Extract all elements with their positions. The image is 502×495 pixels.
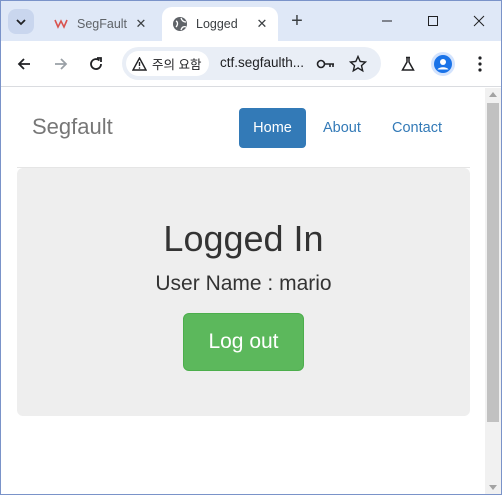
nav-about-link[interactable]: About <box>323 120 361 136</box>
vertical-scrollbar[interactable] <box>485 88 501 494</box>
tab-strip: SegFault ✕ Logged ✕ + <box>1 1 501 41</box>
scroll-down-arrow-icon[interactable] <box>489 485 497 490</box>
star-icon[interactable] <box>348 54 368 74</box>
address-bar[interactable]: 주의 요함 ctf.segfaulth... <box>122 47 381 80</box>
nav-home-link[interactable]: Home <box>239 108 306 148</box>
maximize-icon <box>428 16 438 26</box>
close-window-button[interactable] <box>456 7 501 35</box>
key-icon[interactable] <box>316 54 336 74</box>
tab-segfault[interactable]: SegFault ✕ <box>43 7 157 41</box>
scrollbar-thumb[interactable] <box>487 103 499 422</box>
back-arrow-icon <box>17 58 30 70</box>
username-text: User Name : mario <box>155 272 332 295</box>
minimize-button[interactable] <box>364 7 410 35</box>
nav-contact-link[interactable]: Contact <box>392 120 442 136</box>
minimize-icon <box>382 20 392 22</box>
warning-icon <box>132 56 147 71</box>
reload-button[interactable] <box>82 50 110 78</box>
tab-title: Logged <box>196 17 238 31</box>
tab-title: SegFault <box>77 17 128 31</box>
security-chip-label: 주의 요함 <box>152 58 202 72</box>
segfault-favicon-icon <box>53 16 69 32</box>
page-title: Logged In <box>163 218 324 259</box>
security-chip[interactable]: 주의 요함 <box>126 51 210 76</box>
page-viewport: Segfault Home About Contact Logged In Us… <box>1 88 485 494</box>
url-text[interactable]: ctf.segfaulth... <box>220 55 304 70</box>
new-tab-button[interactable]: + <box>286 10 308 32</box>
browser-window: SegFault ✕ Logged ✕ + 주의 요함 ctf.segfault… <box>0 0 502 495</box>
forward-arrow-icon <box>55 58 68 70</box>
tab-close-icon[interactable]: ✕ <box>252 14 272 34</box>
scroll-up-arrow-icon[interactable] <box>489 92 497 97</box>
person-icon <box>434 55 452 73</box>
chevron-down-icon <box>16 18 26 25</box>
more-menu-icon[interactable] <box>468 52 492 76</box>
tab-close-icon[interactable]: ✕ <box>131 14 151 34</box>
profile-avatar[interactable] <box>431 52 455 76</box>
labs-flask-icon[interactable] <box>396 52 420 76</box>
browser-toolbar: 주의 요함 ctf.segfaulth... <box>1 41 501 87</box>
maximize-button[interactable] <box>410 7 456 35</box>
logout-button[interactable]: Log out <box>183 313 304 371</box>
tab-search-button[interactable] <box>8 9 34 34</box>
reload-icon <box>90 57 102 70</box>
tab-logged[interactable]: Logged ✕ <box>162 7 278 41</box>
back-button[interactable] <box>10 50 38 78</box>
globe-icon <box>172 16 188 32</box>
close-icon <box>473 15 485 27</box>
site-brand[interactable]: Segfault <box>32 114 113 140</box>
jumbotron: Logged In User Name : mario Log out <box>17 168 470 416</box>
forward-button[interactable] <box>47 50 75 78</box>
